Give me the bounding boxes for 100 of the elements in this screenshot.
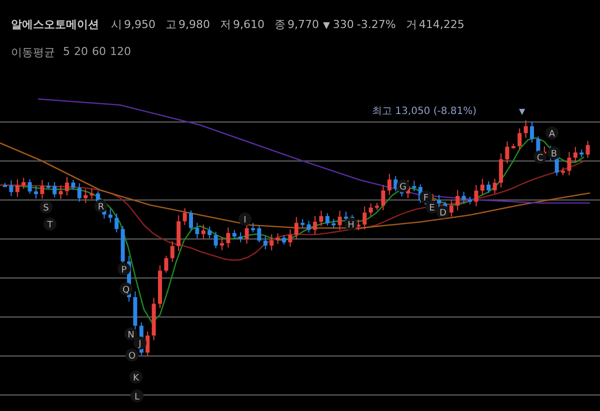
candle <box>189 210 193 230</box>
high-price-label: 최고 13,050 (-8.81%) <box>372 106 477 117</box>
candle <box>518 128 522 150</box>
candle <box>22 177 26 190</box>
candle <box>208 226 212 239</box>
price-label: 시 <box>111 17 122 32</box>
candle <box>152 297 156 341</box>
point-marker: P <box>118 262 130 276</box>
candle <box>226 226 230 248</box>
change-amount: 330 <box>332 18 354 31</box>
candle <box>52 182 57 198</box>
candle <box>332 218 336 230</box>
moving-average-label: 이동평균 <box>11 45 55 60</box>
candle <box>9 180 14 197</box>
candle <box>456 189 460 211</box>
candle <box>108 208 112 224</box>
candle <box>530 121 534 144</box>
price-value: 9,770 <box>288 18 319 31</box>
point-marker: K <box>130 370 142 384</box>
candle <box>499 152 503 188</box>
candle <box>170 240 174 262</box>
candle <box>182 208 187 226</box>
candle <box>313 216 317 235</box>
candle <box>146 331 150 356</box>
candle <box>356 219 360 231</box>
candle <box>65 176 69 196</box>
candle <box>263 235 268 250</box>
point-marker: Q <box>120 282 132 296</box>
candle <box>319 210 324 227</box>
point-marker: G <box>396 180 410 192</box>
candle <box>462 191 466 204</box>
candle <box>573 146 578 163</box>
candle <box>176 214 181 252</box>
volume-value: 414,225 <box>418 18 464 31</box>
candle <box>158 264 162 308</box>
candle <box>220 236 224 251</box>
candle <box>505 140 510 164</box>
point-marker: E <box>426 200 438 214</box>
point-marker: T <box>44 218 56 230</box>
candle <box>34 185 38 199</box>
candle <box>492 178 497 194</box>
candle <box>77 182 82 202</box>
point-marker: A <box>546 126 558 140</box>
candle <box>325 212 330 226</box>
candle <box>449 200 454 218</box>
candle <box>232 229 236 240</box>
candle <box>71 179 76 190</box>
candle <box>90 188 94 200</box>
candle <box>344 211 348 222</box>
candle <box>412 180 416 192</box>
high-marker: ▼ <box>519 107 526 116</box>
candle <box>486 180 491 194</box>
candle <box>84 188 88 204</box>
candle <box>238 232 243 243</box>
point-marker: R <box>94 200 108 212</box>
candle <box>164 255 168 274</box>
candle <box>338 210 342 230</box>
price-value: 9,950 <box>124 18 156 31</box>
candle <box>474 184 478 207</box>
candle <box>480 178 484 196</box>
stock-name: 알에스오토메이션 <box>11 17 99 32</box>
point-marker: J <box>134 336 146 350</box>
point-marker: O <box>126 348 138 362</box>
candle <box>133 290 138 331</box>
candle <box>40 180 44 200</box>
point-marker: D <box>436 206 450 218</box>
candle <box>567 152 572 176</box>
point-marker: L <box>130 390 144 402</box>
candle <box>114 213 119 233</box>
candle <box>586 140 590 158</box>
candle <box>524 120 528 138</box>
candle <box>387 173 392 196</box>
candle <box>201 224 206 240</box>
candle <box>257 226 262 243</box>
point-marker: S <box>40 200 52 214</box>
candle <box>362 206 367 230</box>
candle <box>214 231 218 249</box>
candle <box>306 220 311 234</box>
candle <box>195 222 200 239</box>
candle <box>561 166 565 176</box>
candle <box>282 234 286 245</box>
candle <box>580 148 584 158</box>
candle <box>394 176 398 192</box>
point-marker: B <box>548 146 560 160</box>
price-value: 9,980 <box>178 18 210 31</box>
candle <box>511 143 516 150</box>
candle <box>58 184 63 200</box>
candle <box>368 202 373 216</box>
candle <box>270 234 274 251</box>
price-label: 종 <box>274 17 286 32</box>
candle <box>251 222 255 233</box>
candle <box>468 196 472 205</box>
candle <box>536 136 540 154</box>
period-label: 5 <box>63 45 70 60</box>
candle <box>46 182 50 190</box>
period-label: 20 <box>74 45 88 60</box>
candle <box>375 202 379 210</box>
candle <box>276 232 280 244</box>
period-label: 120 <box>110 45 131 60</box>
candle <box>288 228 292 248</box>
